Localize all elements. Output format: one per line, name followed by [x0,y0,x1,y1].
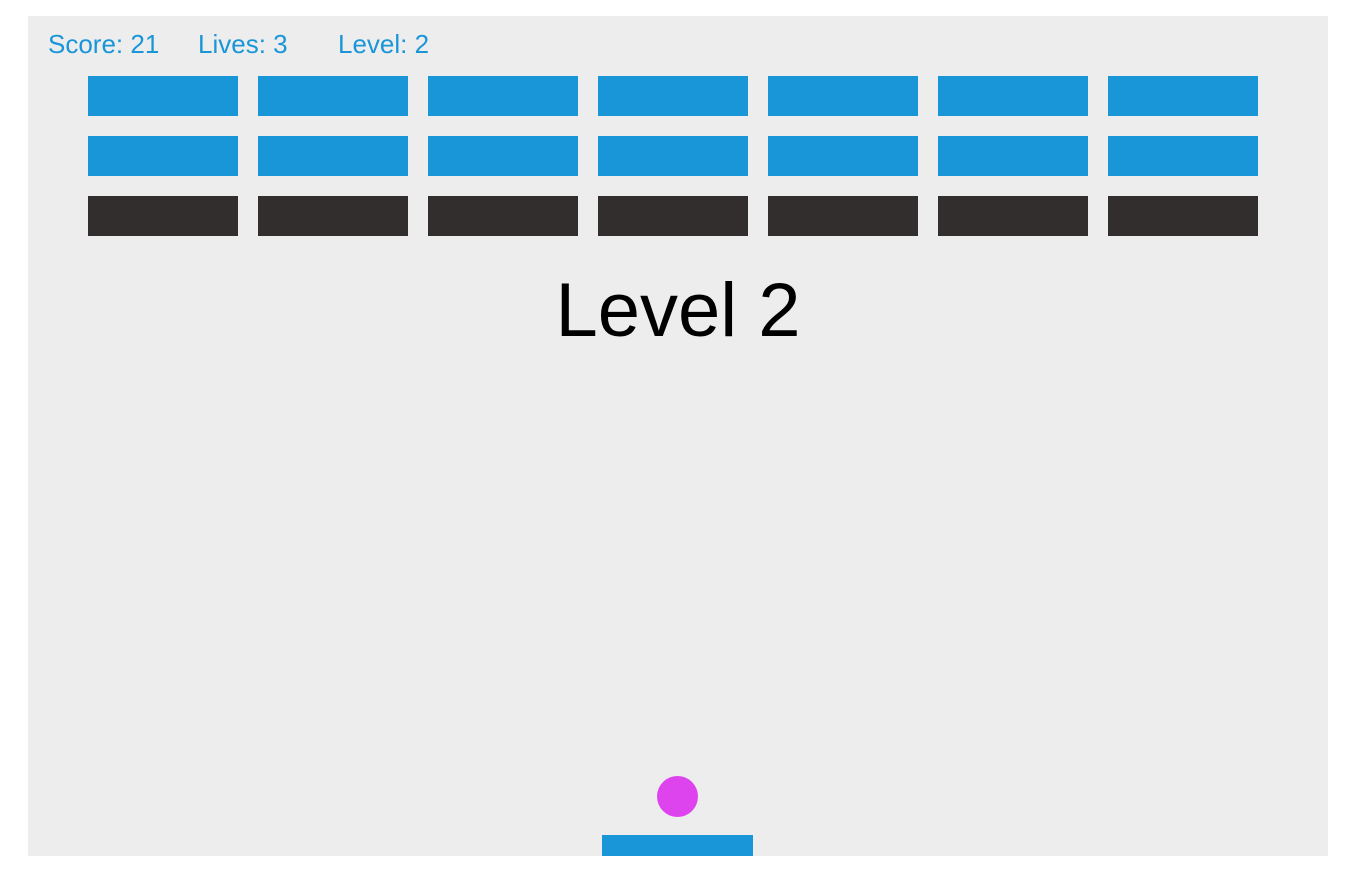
brick [1108,196,1258,236]
brick [598,76,748,116]
brick [598,196,748,236]
score-readout: Score: 21 [48,29,160,59]
ball [657,776,698,817]
brick [88,76,238,116]
level-readout: Level: 2 [338,29,430,59]
brick [1108,76,1258,116]
brick [258,76,408,116]
brick [938,196,1088,236]
brick [938,136,1088,176]
brick [258,196,408,236]
brick [598,136,748,176]
brick [258,136,408,176]
brick [428,196,578,236]
level-banner: Level 2 [555,268,801,353]
brick [88,136,238,176]
lives-readout: Lives: 3 [198,29,288,59]
brick [428,136,578,176]
paddle[interactable] [602,835,753,856]
brick [938,76,1088,116]
brick [88,196,238,236]
brick [428,76,578,116]
game-canvas[interactable]: Score: 21 Lives: 3 Level: 2 Level 2 [28,16,1328,856]
brick [768,76,918,116]
brick [768,196,918,236]
brick [1108,136,1258,176]
brick [768,136,918,176]
brick-grid [88,76,1258,236]
